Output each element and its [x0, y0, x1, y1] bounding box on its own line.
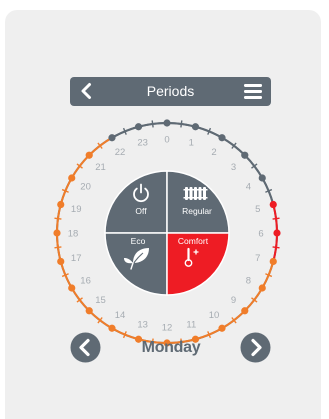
hour-handle[interactable]	[85, 307, 93, 315]
hour-label: 19	[71, 204, 82, 215]
regular-label: Regular	[182, 206, 212, 216]
hour-handle[interactable]	[57, 200, 65, 209]
half-hour-tick	[272, 246, 280, 249]
half-hour-tick	[180, 120, 183, 128]
hour-label: 7	[255, 253, 260, 264]
hour-label: 12	[162, 323, 173, 334]
hour-handle[interactable]	[258, 174, 266, 182]
regular-quadrant[interactable]	[166, 170, 230, 234]
period-dial: 0 1234567891011121314151617181920212223 O…	[53, 119, 281, 347]
hour-handle[interactable]	[163, 119, 171, 127]
hour-handle[interactable]	[108, 324, 116, 332]
hour-handle[interactable]	[68, 174, 76, 182]
hour-label: 14	[115, 310, 126, 321]
hour-label: 17	[71, 253, 82, 264]
hour-handle[interactable]	[108, 134, 116, 142]
hour-label: 11	[186, 319, 196, 330]
hour-label: 23	[137, 138, 148, 149]
hour-label: 9	[231, 295, 236, 306]
hour-label: 8	[246, 276, 251, 287]
off-quadrant[interactable]	[104, 170, 168, 234]
hamburger-menu-icon[interactable]	[243, 82, 263, 101]
hour-handle[interactable]	[68, 284, 76, 292]
hour-label: 16	[80, 276, 91, 287]
half-hour-tick	[54, 217, 62, 220]
hour-label: 21	[95, 162, 106, 173]
hour-label: 1	[189, 138, 194, 149]
hour-handle[interactable]	[269, 200, 277, 209]
hour-label: 13	[137, 319, 148, 330]
hour-label: 5	[255, 204, 260, 215]
half-hour-tick	[54, 246, 62, 249]
hour-label: 15	[95, 295, 106, 306]
hour-label: 18	[68, 229, 79, 240]
header-title: Periods	[146, 83, 195, 99]
hour-label: 20	[80, 182, 91, 193]
hour-handle[interactable]	[241, 151, 249, 159]
hour-label: 6	[258, 229, 263, 240]
radiator-icon	[183, 187, 208, 200]
hour-handle[interactable]	[134, 123, 143, 131]
hour-handle[interactable]	[218, 134, 226, 142]
hour-handle[interactable]	[258, 284, 266, 292]
day-label: Monday	[141, 339, 201, 356]
half-hour-tick	[272, 217, 280, 220]
hour-label: 2	[211, 147, 216, 158]
half-hour-tick	[151, 120, 154, 128]
hour-label: 22	[115, 147, 126, 158]
comfort-label: Comfort	[178, 236, 209, 246]
hour-handle[interactable]	[85, 151, 93, 159]
hour-handle[interactable]	[218, 324, 226, 332]
off-label: Off	[135, 206, 147, 216]
hour-handle[interactable]	[269, 257, 277, 266]
hour-handle[interactable]	[57, 257, 65, 266]
hour-label: 3	[231, 162, 236, 173]
hour-label: 0	[164, 135, 169, 146]
previous-day-button[interactable]	[70, 332, 101, 363]
hour-handle[interactable]	[191, 123, 200, 131]
hour-label: 10	[209, 310, 220, 321]
periods-header: Periods	[70, 77, 271, 106]
hour-label: 4	[246, 182, 251, 193]
hour-handle[interactable]	[53, 229, 61, 237]
hour-handle[interactable]	[273, 229, 281, 237]
hour-handle[interactable]	[241, 307, 249, 315]
eco-label: Eco	[131, 236, 146, 246]
next-day-button[interactable]	[240, 332, 271, 363]
